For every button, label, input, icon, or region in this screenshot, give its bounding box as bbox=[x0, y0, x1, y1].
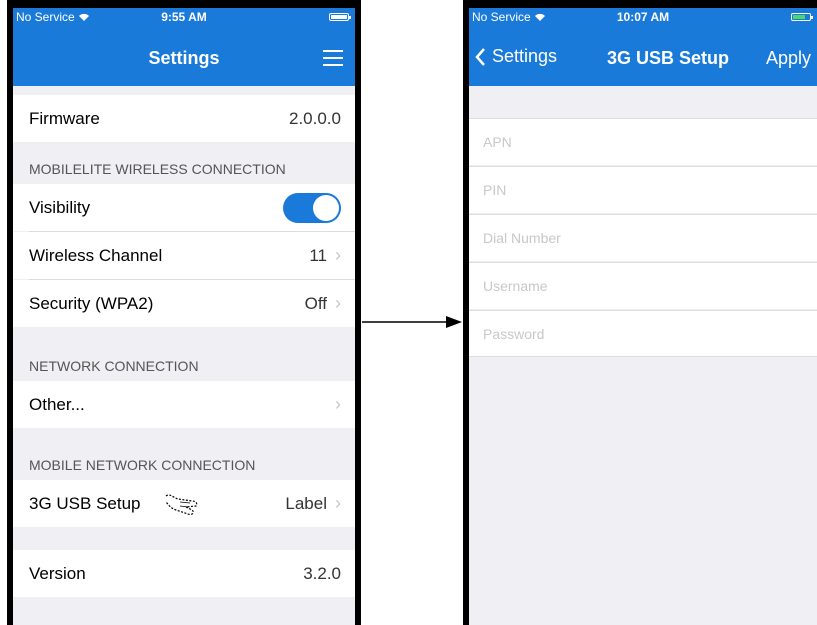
usb-setup-value: Label bbox=[285, 493, 327, 513]
apply-button[interactable]: Apply bbox=[766, 48, 811, 69]
usb-setup-navbar: No Service 10:07 AM Settings 3G USB Setu… bbox=[469, 8, 817, 86]
settings-phone-frame: No Service 9:55 AM Settings Firmware 2.0… bbox=[7, 0, 361, 625]
visibility-row: Visibility bbox=[13, 184, 355, 231]
chevron-right-icon: › bbox=[335, 245, 341, 265]
usb-setup-screen: No Service 10:07 AM Settings 3G USB Setu… bbox=[469, 8, 817, 625]
page-title: Settings bbox=[148, 48, 220, 68]
visibility-label: Visibility bbox=[29, 197, 91, 217]
version-label: Version bbox=[29, 563, 86, 583]
dial-number-field[interactable]: Dial Number bbox=[469, 214, 817, 261]
settings-screen: No Service 9:55 AM Settings Firmware 2.0… bbox=[13, 8, 355, 625]
apn-field[interactable]: APN bbox=[469, 118, 817, 165]
chevron-left-icon bbox=[475, 47, 485, 66]
usb-setup-label: 3G USB Setup bbox=[29, 493, 141, 513]
hamburger-menu-icon[interactable] bbox=[323, 50, 343, 66]
status-bar: No Service 9:55 AM bbox=[13, 8, 355, 26]
security-value: Off bbox=[304, 293, 327, 313]
chevron-right-icon: › bbox=[335, 493, 341, 513]
flow-arrow-icon bbox=[362, 316, 462, 328]
other-row[interactable]: Other... › bbox=[13, 381, 355, 428]
usb-setup-phone-frame: No Service 10:07 AM Settings 3G USB Setu… bbox=[463, 0, 817, 625]
status-time: 10:07 AM bbox=[616, 10, 670, 24]
wireless-channel-row[interactable]: Wireless Channel 11 › bbox=[13, 232, 355, 279]
pointing-hand-icon bbox=[165, 494, 198, 516]
version-row: Version 3.2.0 bbox=[13, 550, 355, 597]
wireless-channel-label: Wireless Channel bbox=[29, 245, 163, 265]
section-header-wireless: MOBILELITE WIRELESS CONNECTION bbox=[29, 161, 286, 177]
status-bar: No Service 10:07 AM bbox=[469, 8, 817, 26]
section-header-network: NETWORK CONNECTION bbox=[29, 358, 199, 374]
visibility-toggle[interactable] bbox=[283, 192, 341, 223]
chevron-right-icon: › bbox=[335, 293, 341, 313]
security-label: Security (WPA2) bbox=[29, 293, 154, 313]
other-label: Other... bbox=[29, 394, 85, 414]
version-value: 3.2.0 bbox=[303, 563, 341, 583]
firmware-value: 2.0.0.0 bbox=[289, 108, 341, 128]
security-row[interactable]: Security (WPA2) Off › bbox=[13, 280, 355, 327]
section-header-mobile: MOBILE NETWORK CONNECTION bbox=[29, 457, 256, 473]
wireless-channel-value: 11 bbox=[309, 245, 327, 265]
settings-navbar: No Service 9:55 AM Settings bbox=[13, 8, 355, 86]
password-field[interactable]: Password bbox=[469, 310, 817, 357]
battery-icon bbox=[329, 13, 351, 21]
battery-charging-icon bbox=[791, 13, 813, 21]
username-field[interactable]: Username bbox=[469, 262, 817, 309]
firmware-label: Firmware bbox=[29, 108, 100, 128]
pin-field[interactable]: PIN bbox=[469, 166, 817, 213]
status-time: 9:55 AM bbox=[161, 10, 207, 24]
chevron-right-icon: › bbox=[335, 394, 341, 414]
firmware-row: Firmware 2.0.0.0 bbox=[13, 95, 355, 142]
